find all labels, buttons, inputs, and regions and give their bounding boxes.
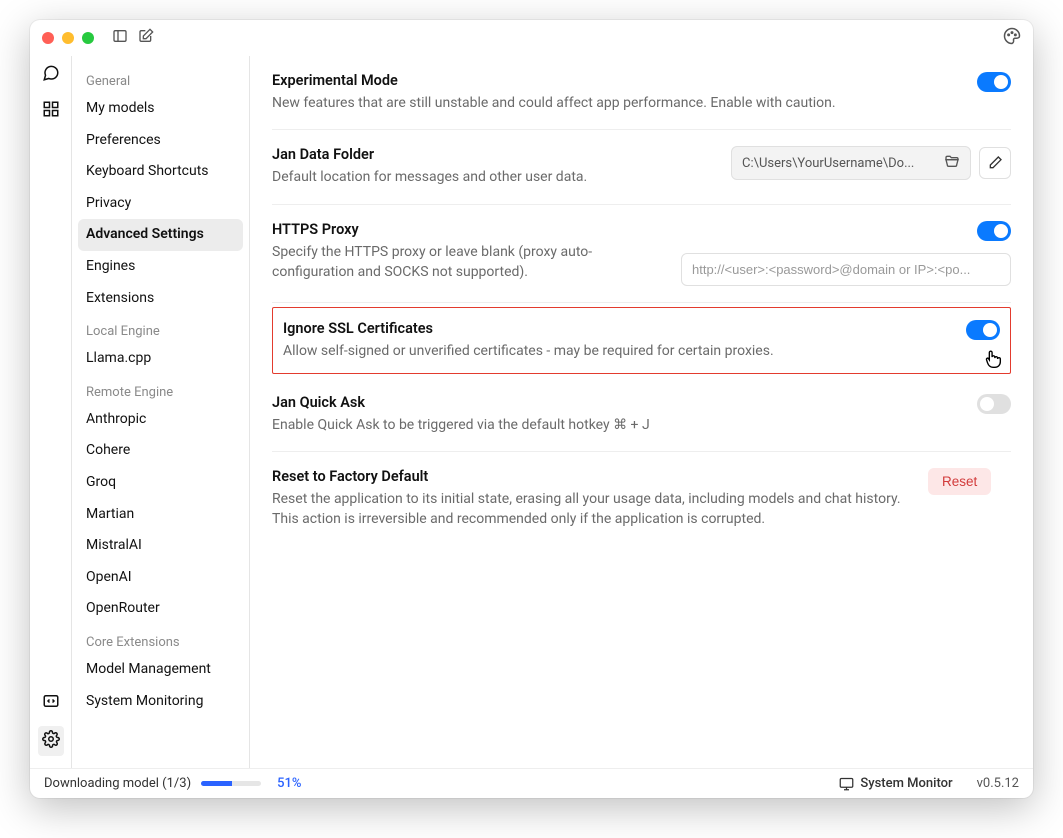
sidebar-item-groq[interactable]: Groq <box>78 467 243 499</box>
setting-ignore-ssl-highlight: Ignore SSL Certificates Allow self-signe… <box>272 307 1011 374</box>
setting-desc: Specify the HTTPS proxy or leave blank (… <box>272 242 665 283</box>
sidebar-item-privacy[interactable]: Privacy <box>78 188 243 220</box>
sidebar-item-system-monitoring[interactable]: System Monitoring <box>78 686 243 718</box>
sidebar-item-keyboard-shortcuts[interactable]: Keyboard Shortcuts <box>78 156 243 188</box>
maximize-window-button[interactable] <box>82 32 94 44</box>
sidebar-item-engines[interactable]: Engines <box>78 251 243 283</box>
sidebar-item-anthropic[interactable]: Anthropic <box>78 404 243 436</box>
folder-open-icon <box>944 153 960 173</box>
section-head-core: Core Extensions <box>78 625 243 654</box>
sidebar-item-llama-cpp[interactable]: Llama.cpp <box>78 343 243 375</box>
section-head-remote: Remote Engine <box>78 375 243 404</box>
quickask-toggle[interactable] <box>977 394 1011 414</box>
section-head-general: General <box>78 64 243 93</box>
statusbar: Downloading model (1/3) 51% System Monit… <box>30 768 1033 798</box>
window-controls <box>42 32 94 44</box>
setting-desc: New features that are still unstable and… <box>272 93 961 113</box>
proxy-input[interactable] <box>681 253 1011 286</box>
setting-title: HTTPS Proxy <box>272 221 665 238</box>
setting-experimental: Experimental Mode New features that are … <box>272 64 1011 130</box>
left-rail <box>30 56 72 768</box>
system-monitor-button[interactable]: System Monitor <box>839 776 952 791</box>
minimize-window-button[interactable] <box>62 32 74 44</box>
sidebar-item-preferences[interactable]: Preferences <box>78 125 243 157</box>
panel-toggle-icon[interactable] <box>112 28 128 48</box>
settings-content: Experimental Mode New features that are … <box>250 56 1033 768</box>
section-head-local: Local Engine <box>78 314 243 343</box>
sidebar-item-extensions[interactable]: Extensions <box>78 283 243 315</box>
reset-button[interactable]: Reset <box>928 468 991 495</box>
setting-title: Ignore SSL Certificates <box>283 320 950 337</box>
settings-icon[interactable] <box>38 726 64 756</box>
setting-desc: Enable Quick Ask to be triggered via the… <box>272 415 961 435</box>
cursor-icon <box>982 348 1004 375</box>
download-progress-bar <box>201 781 261 786</box>
new-note-icon[interactable] <box>138 28 154 48</box>
setting-desc: Allow self-signed or unverified certific… <box>283 341 950 361</box>
palette-icon[interactable] <box>1003 30 1021 49</box>
system-monitor-label: System Monitor <box>860 776 952 791</box>
sidebar-item-advanced-settings[interactable]: Advanced Settings <box>78 219 243 251</box>
setting-title: Reset to Factory Default <box>272 468 912 485</box>
sidebar-item-martian[interactable]: Martian <box>78 499 243 531</box>
settings-sidebar: General My models Preferences Keyboard S… <box>72 56 250 768</box>
chat-icon[interactable] <box>42 64 60 86</box>
edit-path-button[interactable] <box>979 147 1011 179</box>
grid-icon[interactable] <box>42 100 60 122</box>
setting-title: Jan Data Folder <box>272 146 715 163</box>
setting-https-proxy: HTTPS Proxy Specify the HTTPS proxy or l… <box>272 205 1011 303</box>
app-window: General My models Preferences Keyboard S… <box>30 20 1033 798</box>
proxy-toggle[interactable] <box>977 221 1011 241</box>
setting-reset: Reset to Factory Default Reset the appli… <box>272 452 1011 546</box>
setting-desc: Default location for messages and other … <box>272 167 715 187</box>
data-folder-path-text: C:\Users\YourUsername\Do... <box>742 156 914 171</box>
close-window-button[interactable] <box>42 32 54 44</box>
sidebar-item-my-models[interactable]: My models <box>78 93 243 125</box>
titlebar <box>30 20 1033 56</box>
sidebar-item-mistralai[interactable]: MistralAI <box>78 530 243 562</box>
ssl-toggle[interactable] <box>966 320 1000 340</box>
download-status-text: Downloading model (1/3) <box>44 776 191 791</box>
setting-title: Experimental Mode <box>272 72 961 89</box>
download-percent: 51% <box>277 776 301 791</box>
sidebar-item-openai[interactable]: OpenAI <box>78 562 243 594</box>
sidebar-item-openrouter[interactable]: OpenRouter <box>78 593 243 625</box>
data-folder-path[interactable]: C:\Users\YourUsername\Do... <box>731 146 971 180</box>
experimental-toggle[interactable] <box>977 72 1011 92</box>
code-icon[interactable] <box>42 692 60 714</box>
setting-desc: Reset the application to its initial sta… <box>272 489 912 530</box>
version-label: v0.5.12 <box>977 776 1019 791</box>
sidebar-item-cohere[interactable]: Cohere <box>78 435 243 467</box>
setting-quick-ask: Jan Quick Ask Enable Quick Ask to be tri… <box>272 378 1011 452</box>
sidebar-item-model-management[interactable]: Model Management <box>78 654 243 686</box>
setting-title: Jan Quick Ask <box>272 394 961 411</box>
setting-data-folder: Jan Data Folder Default location for mes… <box>272 130 1011 204</box>
